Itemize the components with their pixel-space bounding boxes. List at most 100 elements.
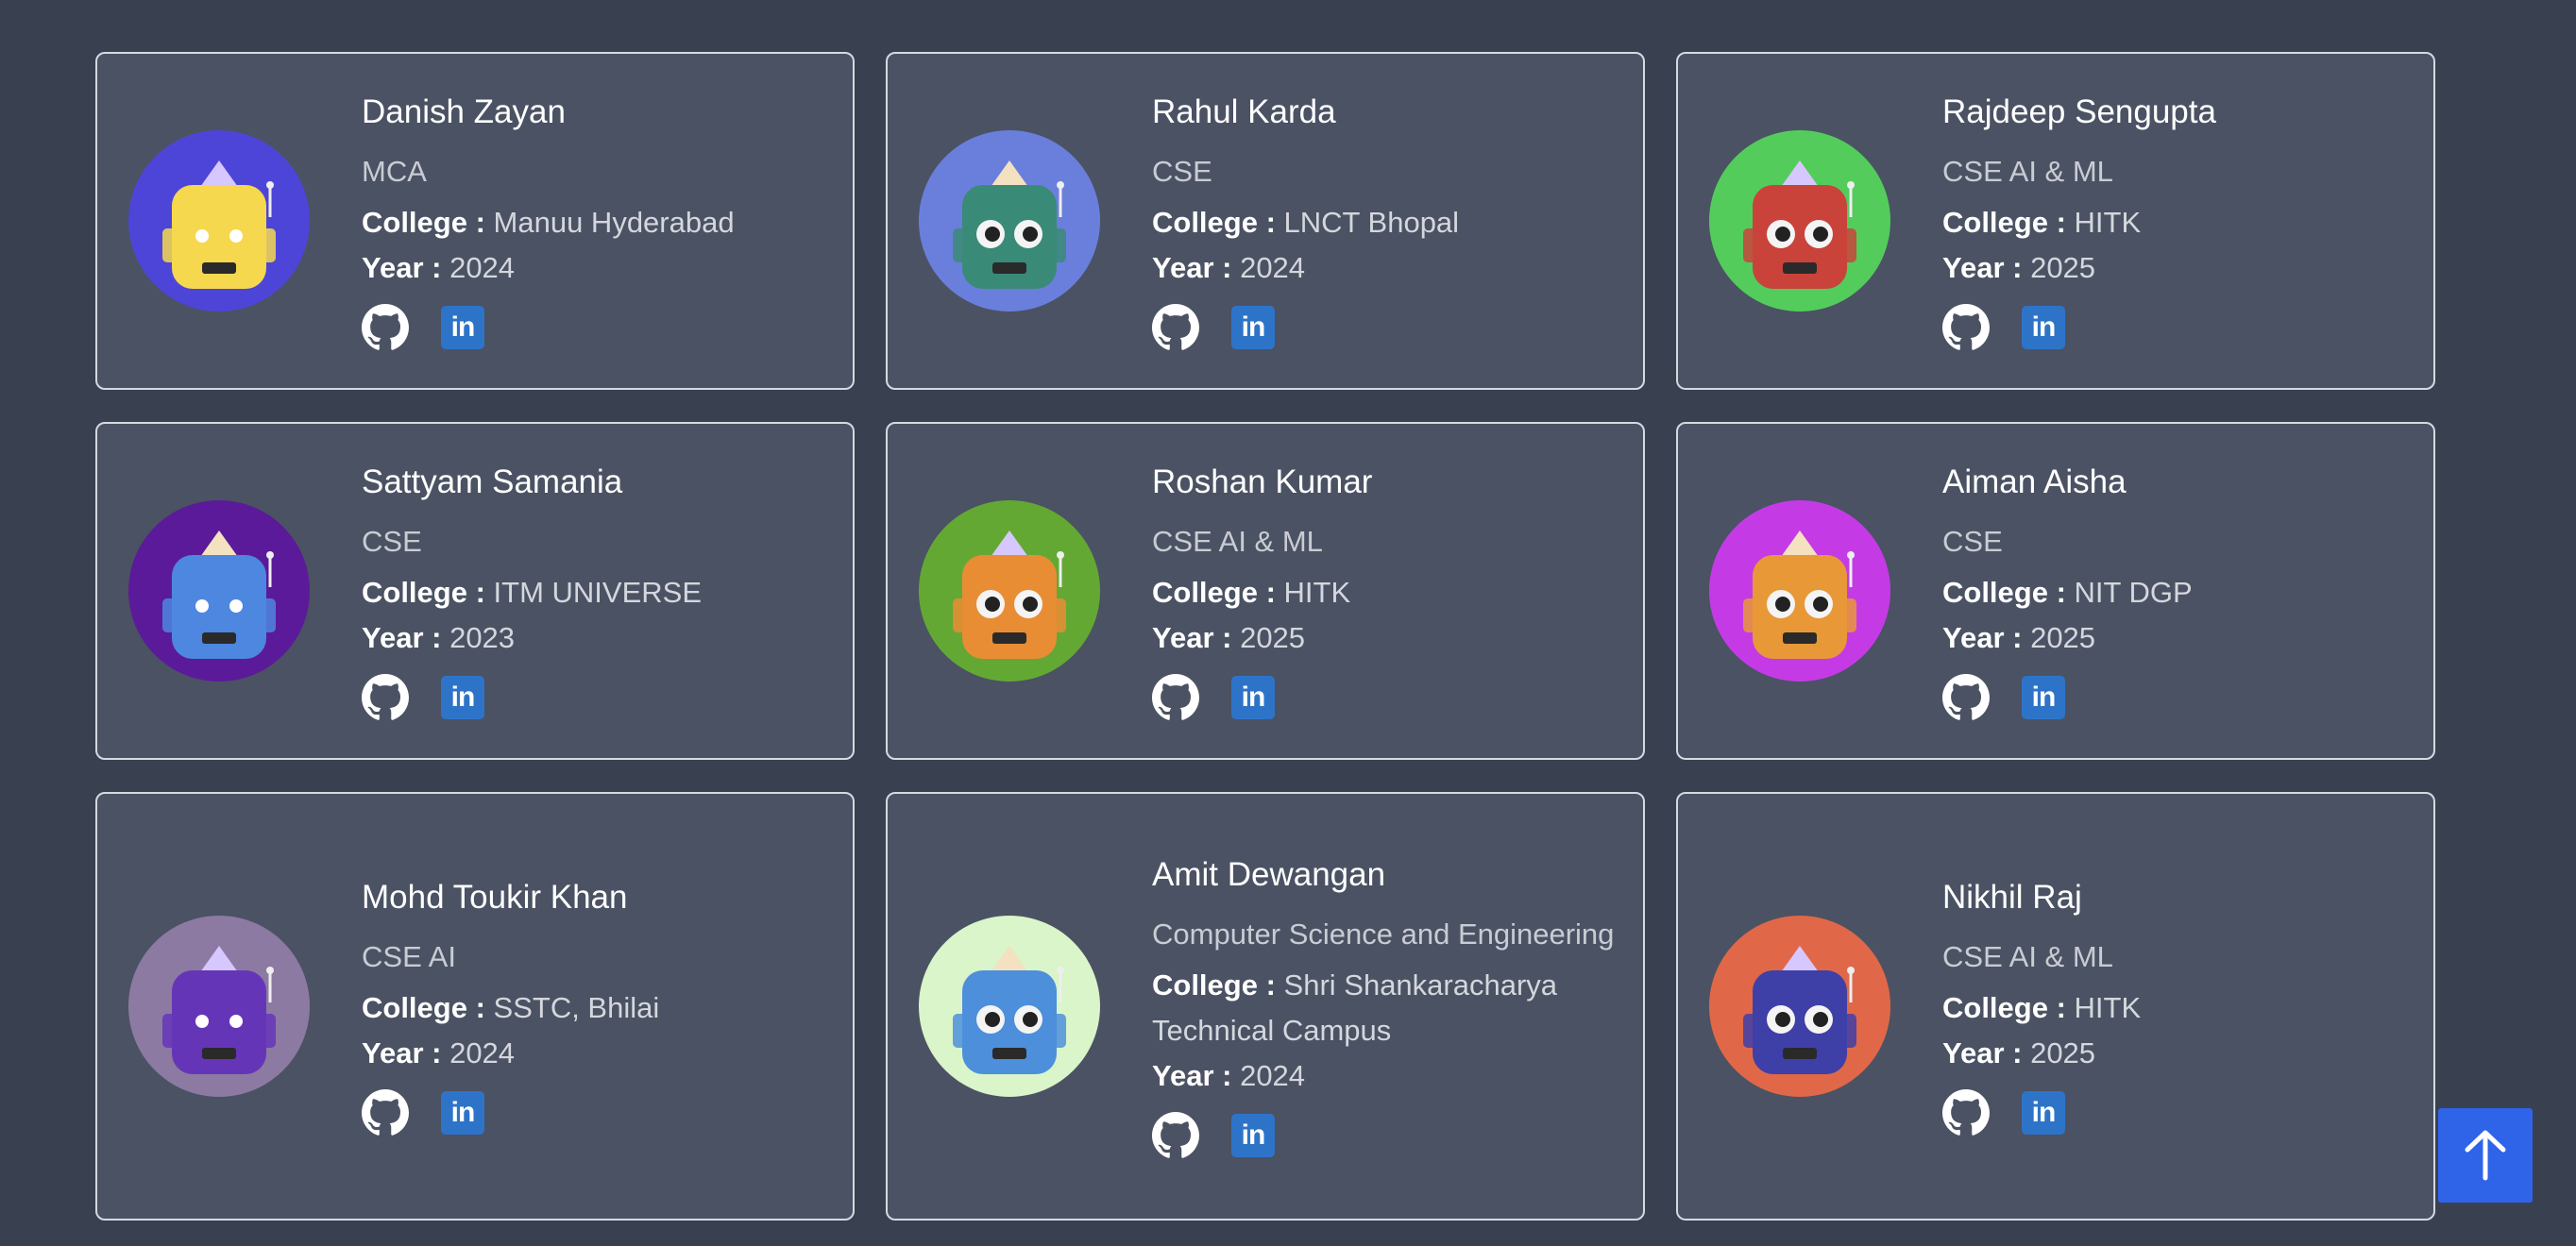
linkedin-link[interactable]: in [1231,1114,1275,1157]
linkedin-link[interactable]: in [2022,676,2065,719]
social-links: in [1942,304,2411,351]
linkedin-link[interactable]: in [2022,306,2065,349]
github-link[interactable] [362,1089,409,1137]
college-label: College : [1942,991,2066,1024]
member-year: Year : 2024 [362,245,830,291]
linkedin-link[interactable]: in [1231,306,1275,349]
member-card: Danish Zayan MCA College : Manuu Hyderabad… [95,52,855,390]
year-label: Year : [362,1036,442,1069]
avatar [919,130,1100,312]
year-label: Year : [1152,1059,1232,1092]
github-link[interactable] [362,304,409,351]
github-link[interactable] [1152,674,1199,721]
year-value: 2024 [449,251,516,284]
linkedin-link[interactable]: in [441,306,484,349]
member-card: Rajdeep Sengupta CSE AI & ML College : HIT… [1676,52,2435,390]
member-name: Danish Zayan [362,93,566,130]
member-college: College : Manuu Hyderabad [362,200,830,245]
github-icon [362,304,409,350]
member-year: Year : 2024 [1152,1053,1620,1099]
github-link[interactable] [1152,304,1199,351]
member-name: Aiman Aisha [1942,463,2127,500]
github-link[interactable] [1942,1089,1990,1137]
avatar [919,916,1100,1097]
member-branch: MCA [362,155,427,188]
linkedin-icon: in [1241,682,1266,713]
member-info: Rajdeep Sengupta CSE AI & ML College : HIT… [1942,91,2411,351]
year-value: 2023 [449,621,516,654]
member-name: Nikhil Raj [1942,879,2082,916]
member-info: Nikhil Raj CSE AI & ML College : HITK Year … [1942,876,2411,1137]
member-card: Roshan Kumar CSE AI & ML College : HITK Yea… [886,422,1645,760]
member-branch: CSE AI & ML [1152,525,1323,558]
member-college: College : HITK [1942,985,2411,1031]
year-label: Year : [1942,251,2023,284]
github-icon [1152,304,1199,350]
arrow-up-icon [2465,1130,2506,1181]
member-branch: CSE [1152,155,1212,188]
member-year: Year : 2023 [362,615,830,661]
member-college: College : ITM UNIVERSE [362,570,830,615]
member-info: Aiman Aisha CSE College : NIT DGP Year : 20… [1942,461,2411,721]
social-links: in [1152,304,1620,351]
linkedin-icon: in [2031,312,2057,343]
social-links: in [1942,1089,2411,1137]
member-info: Roshan Kumar CSE AI & ML College : HITK Yea… [1152,461,1620,721]
github-link[interactable] [1152,1112,1199,1159]
linkedin-link[interactable]: in [2022,1091,2065,1135]
member-college: College : SSTC, Bhilai [362,985,830,1031]
year-value: 2025 [2030,621,2096,654]
member-name: Amit Dewangan [1152,856,1386,893]
year-label: Year : [1152,621,1232,654]
college-value: HITK [2074,206,2142,239]
github-link[interactable] [362,674,409,721]
github-icon [1152,674,1199,720]
college-value: ITM UNIVERSE [493,576,702,609]
social-links: in [362,304,830,351]
github-link[interactable] [1942,674,1990,721]
college-label: College : [1152,576,1276,609]
year-value: 2025 [2030,1036,2096,1069]
college-value: Manuu Hyderabad [493,206,735,239]
college-value: SSTC, Bhilai [493,991,660,1024]
member-branch: CSE AI & ML [1942,940,2113,973]
member-card: Sattyam Samania CSE College : ITM UNIVERSE… [95,422,855,760]
member-branch: CSE AI [362,940,456,973]
linkedin-link[interactable]: in [441,1091,484,1135]
avatar [128,916,310,1097]
social-links: in [1942,674,2411,721]
member-card: Nikhil Raj CSE AI & ML College : HITK Year … [1676,792,2435,1221]
year-value: 2025 [1240,621,1306,654]
year-label: Year : [362,621,442,654]
github-icon [362,674,409,720]
member-college: College : HITK [1152,570,1620,615]
linkedin-icon: in [1241,312,1266,343]
github-link[interactable] [1942,304,1990,351]
member-name: Sattyam Samania [362,463,623,500]
member-card: Mohd Toukir Khan CSE AI College : SSTC, Bh… [95,792,855,1221]
member-college: College : NIT DGP [1942,570,2411,615]
scroll-to-top-button[interactable] [2438,1108,2533,1203]
social-links: in [362,674,830,721]
member-year: Year : 2025 [1942,615,2411,661]
member-info: Danish Zayan MCA College : Manuu Hyderabad… [362,91,830,351]
college-label: College : [1152,968,1276,1002]
year-value: 2024 [1240,1059,1306,1092]
year-label: Year : [1942,1036,2023,1069]
year-label: Year : [1152,251,1232,284]
member-branch: Computer Science and Engineering [1152,918,1615,951]
year-label: Year : [1942,621,2023,654]
linkedin-link[interactable]: in [441,676,484,719]
college-label: College : [1942,206,2066,239]
college-value: NIT DGP [2074,576,2193,609]
github-icon [1152,1112,1199,1158]
team-grid: Danish Zayan MCA College : Manuu Hyderabad… [95,52,2435,1221]
avatar [128,500,310,682]
member-card: Aiman Aisha CSE College : NIT DGP Year : 20… [1676,422,2435,760]
linkedin-link[interactable]: in [1231,676,1275,719]
member-info: Rahul Karda CSE College : LNCT Bhopal Year … [1152,91,1620,351]
social-links: in [362,1089,830,1137]
github-icon [362,1089,409,1136]
linkedin-icon: in [1241,1120,1266,1151]
college-value: LNCT Bhopal [1283,206,1460,239]
